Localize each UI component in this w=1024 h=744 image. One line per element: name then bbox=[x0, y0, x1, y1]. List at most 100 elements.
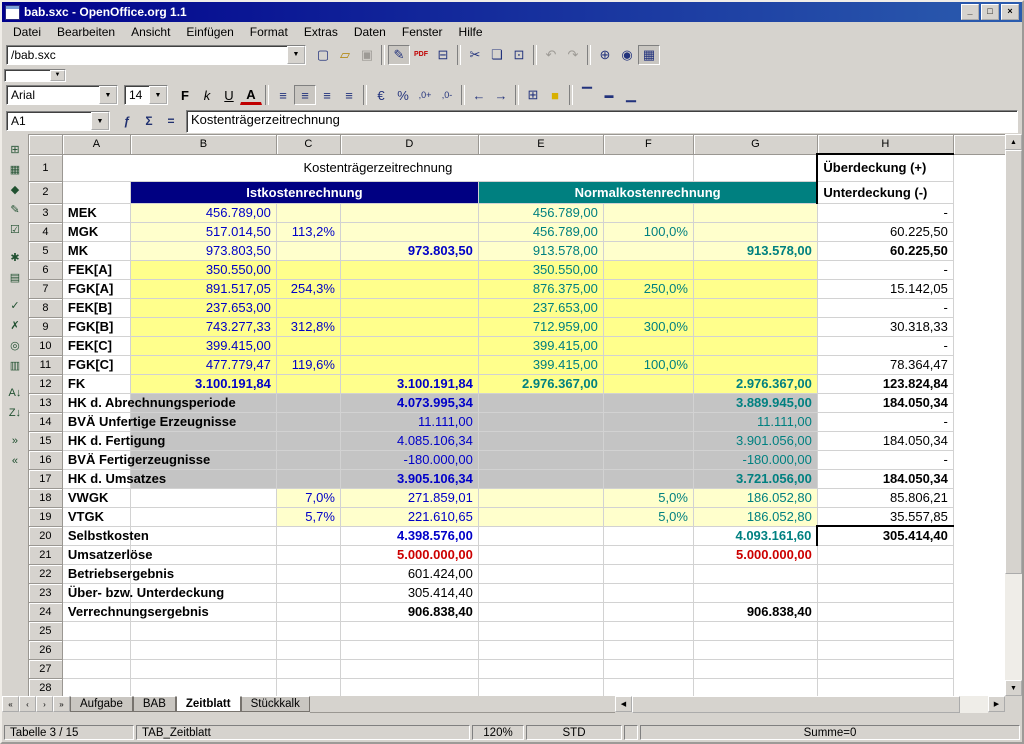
cell-B26[interactable] bbox=[130, 640, 276, 659]
cell-F16[interactable] bbox=[603, 450, 693, 469]
copy-icon[interactable]: ❏ bbox=[486, 45, 508, 65]
cell-D12[interactable]: 3.100.191,84 bbox=[340, 374, 478, 393]
cell-F18[interactable]: 5,0% bbox=[603, 488, 693, 507]
cell-A27[interactable] bbox=[62, 659, 130, 678]
paste-icon[interactable]: ⊡ bbox=[508, 45, 530, 65]
cell-G25[interactable] bbox=[693, 621, 817, 640]
cell-F5[interactable] bbox=[603, 241, 693, 260]
cell-H6[interactable]: - bbox=[817, 260, 953, 279]
cell-G7[interactable] bbox=[693, 279, 817, 298]
row-header-1[interactable]: 1 bbox=[28, 154, 62, 181]
row-header-15[interactable]: 15 bbox=[28, 431, 62, 450]
cell-C15[interactable] bbox=[276, 431, 340, 450]
dropdown-arrow-icon[interactable]: ▼ bbox=[50, 70, 65, 81]
align-center-icon[interactable]: ≡ bbox=[294, 85, 316, 105]
cell-E13[interactable] bbox=[478, 393, 603, 412]
gallery-icon[interactable]: ▦ bbox=[638, 45, 660, 65]
cell-H18[interactable]: 85.806,21 bbox=[817, 488, 953, 507]
cell-B6[interactable]: 350.550,00 bbox=[130, 260, 276, 279]
cell-B28[interactable] bbox=[130, 678, 276, 696]
cell-G5[interactable]: 913.578,00 bbox=[693, 241, 817, 260]
cell-F25[interactable] bbox=[603, 621, 693, 640]
cell-F3[interactable] bbox=[603, 203, 693, 222]
row-header-9[interactable]: 9 bbox=[28, 317, 62, 336]
cell-E17[interactable] bbox=[478, 469, 603, 488]
choose-themes-icon[interactable]: ▤ bbox=[3, 267, 26, 287]
cell-B5[interactable]: 973.803,50 bbox=[130, 241, 276, 260]
cell-D11[interactable] bbox=[340, 355, 478, 374]
select-all-corner[interactable] bbox=[28, 135, 62, 155]
cell-F19[interactable]: 5,0% bbox=[603, 507, 693, 526]
cell-C6[interactable] bbox=[276, 260, 340, 279]
row-header-19[interactable]: 19 bbox=[28, 507, 62, 526]
cell-E6[interactable]: 350.550,00 bbox=[478, 260, 603, 279]
cell-D4[interactable] bbox=[340, 222, 478, 241]
cell-A3[interactable]: MEK bbox=[62, 203, 130, 222]
cell-C25[interactable] bbox=[276, 621, 340, 640]
cell-G27[interactable] bbox=[693, 659, 817, 678]
cell-G19[interactable]: 186.052,80 bbox=[693, 507, 817, 526]
borders-icon[interactable]: ⊞ bbox=[522, 85, 544, 105]
font-name-combo[interactable]: Arial ▼ bbox=[6, 85, 118, 105]
column-header-H[interactable]: H bbox=[817, 135, 953, 155]
cell-reference[interactable]: A1 bbox=[7, 112, 91, 130]
cell-H12[interactable]: 123.824,84 bbox=[817, 374, 953, 393]
url-value[interactable]: /bab.sxc bbox=[7, 46, 287, 64]
cell-B3[interactable]: 456.789,00 bbox=[130, 203, 276, 222]
align-right-icon[interactable]: ≡ bbox=[316, 85, 338, 105]
cell-A20[interactable]: Selbstkosten bbox=[62, 526, 130, 545]
cell-A24[interactable]: Verrechnungsergebnis bbox=[62, 602, 130, 621]
edit-file-icon[interactable]: ✎ bbox=[388, 45, 410, 65]
cell-H17[interactable]: 184.050,34 bbox=[817, 469, 953, 488]
cell-B21[interactable] bbox=[130, 545, 276, 564]
zoom-level[interactable]: 120% bbox=[472, 725, 524, 740]
row-header-8[interactable]: 8 bbox=[28, 298, 62, 317]
cell-G18[interactable]: 186.052,80 bbox=[693, 488, 817, 507]
scroll-right-icon[interactable]: ▶ bbox=[988, 696, 1005, 712]
cell-D19[interactable]: 221.610,65 bbox=[340, 507, 478, 526]
cell-C12[interactable] bbox=[276, 374, 340, 393]
cell-C4[interactable]: 113,2% bbox=[276, 222, 340, 241]
cell-B25[interactable] bbox=[130, 621, 276, 640]
cell-F13[interactable] bbox=[603, 393, 693, 412]
cell-C17[interactable] bbox=[276, 469, 340, 488]
row-header-26[interactable]: 26 bbox=[28, 640, 62, 659]
cell-G11[interactable] bbox=[693, 355, 817, 374]
cell-B9[interactable]: 743.277,33 bbox=[130, 317, 276, 336]
cell-H24[interactable] bbox=[817, 602, 953, 621]
data-sources-icon[interactable]: ▥ bbox=[3, 355, 26, 375]
cell-H22[interactable] bbox=[817, 564, 953, 583]
cell-F27[interactable] bbox=[603, 659, 693, 678]
cell-E19[interactable] bbox=[478, 507, 603, 526]
cell-G14[interactable]: 11.111,00 bbox=[693, 412, 817, 431]
cell-F8[interactable] bbox=[603, 298, 693, 317]
cell-G3[interactable] bbox=[693, 203, 817, 222]
dropdown-arrow-icon[interactable]: ▼ bbox=[287, 46, 305, 64]
cell-G22[interactable] bbox=[693, 564, 817, 583]
cell-C21[interactable] bbox=[276, 545, 340, 564]
cell-H13[interactable]: 184.050,34 bbox=[817, 393, 953, 412]
menu-item-8[interactable]: Hilfe bbox=[451, 24, 491, 40]
sheet-tab-bab[interactable]: BAB bbox=[133, 696, 176, 712]
row-header-3[interactable]: 3 bbox=[28, 203, 62, 222]
currency-format-icon[interactable]: € bbox=[370, 85, 392, 105]
cell-G13[interactable]: 3.889.945,00 bbox=[693, 393, 817, 412]
cell-H21[interactable] bbox=[817, 545, 953, 564]
column-header-A[interactable]: A bbox=[62, 135, 130, 155]
cell-A9[interactable]: FGK[B] bbox=[62, 317, 130, 336]
cell-A23[interactable]: Über- bzw. Unterdeckung bbox=[62, 583, 130, 602]
autoformat-icon[interactable]: ✱ bbox=[3, 247, 26, 267]
cell-A11[interactable]: FGK[C] bbox=[62, 355, 130, 374]
cell-A6[interactable]: FEK[A] bbox=[62, 260, 130, 279]
cell-D15[interactable]: 4.085.106,34 bbox=[340, 431, 478, 450]
insert-cells-icon[interactable]: ▦ bbox=[3, 159, 26, 179]
dropdown-arrow-icon[interactable]: ▼ bbox=[149, 86, 167, 104]
sort-descending-icon[interactable]: Z↓ bbox=[3, 403, 26, 423]
cell-B27[interactable] bbox=[130, 659, 276, 678]
cell-A28[interactable] bbox=[62, 678, 130, 696]
row-header-12[interactable]: 12 bbox=[28, 374, 62, 393]
new-document-icon[interactable]: ▢ bbox=[312, 45, 334, 65]
cell-G6[interactable] bbox=[693, 260, 817, 279]
row-header-10[interactable]: 10 bbox=[28, 336, 62, 355]
cell-A12[interactable]: FK bbox=[62, 374, 130, 393]
